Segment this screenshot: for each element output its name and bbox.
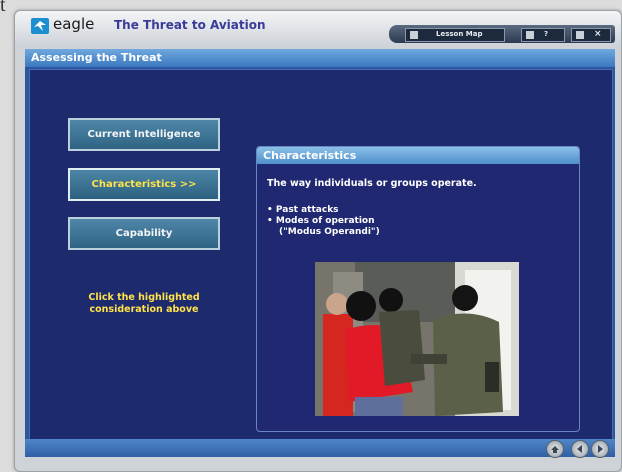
toolbar: Lesson Map ? ×: [389, 25, 615, 43]
nav-current-intelligence-button[interactable]: Current Intelligence: [68, 118, 220, 151]
close-icon: ×: [594, 29, 602, 39]
help-icon: ?: [544, 30, 549, 38]
app-window: eagle The Threat to Aviation Lesson Map …: [14, 10, 622, 472]
nav-characteristics-button[interactable]: Characteristics >>: [68, 168, 220, 201]
section-header: Assessing the Threat: [25, 49, 615, 67]
instruction-hint: Click the highlighted consideration abov…: [88, 292, 200, 315]
close-square-icon: [576, 31, 584, 39]
eagle-logo-icon: [31, 18, 49, 34]
forward-icon: [598, 445, 603, 453]
arrest-photo: [315, 262, 519, 416]
menu-icon: [410, 31, 418, 39]
home-icon: [551, 446, 559, 453]
back-button[interactable]: [571, 440, 589, 458]
panel-title: Characteristics: [263, 149, 357, 162]
nav-capability-button[interactable]: Capability: [68, 217, 220, 250]
help-button[interactable]: ?: [521, 28, 565, 42]
corner-glyph: t: [0, 0, 6, 16]
panel-bullet-list: • Past attacks • Modes of operation ("Mo…: [267, 205, 380, 238]
close-button[interactable]: ×: [571, 28, 611, 42]
characteristics-panel: Characteristics The way individuals or g…: [256, 146, 580, 432]
help-square-icon: [526, 31, 534, 39]
bullet-item: • Modes of operation: [267, 216, 375, 226]
home-button[interactable]: [546, 440, 564, 458]
lesson-map-label: Lesson Map: [436, 30, 483, 38]
lesson-map-button[interactable]: Lesson Map: [405, 28, 505, 42]
content-area: Current Intelligence Characteristics >> …: [29, 69, 613, 453]
panel-description: The way individuals or groups operate.: [267, 178, 477, 189]
back-icon: [577, 445, 582, 453]
bullet-item: ("Modus Operandi"): [279, 227, 380, 237]
brand-logo-text: eagle: [53, 15, 95, 33]
bottom-bar: [25, 439, 615, 458]
section-title: Assessing the Threat: [31, 51, 162, 64]
forward-button[interactable]: [591, 440, 609, 458]
title-bar: eagle The Threat to Aviation Lesson Map …: [15, 11, 621, 45]
bullet-item: • Past attacks: [267, 205, 339, 215]
panel-header: Characteristics: [257, 147, 579, 164]
main-frame: Assessing the Threat Current Intelligenc…: [25, 49, 615, 458]
course-title: The Threat to Aviation: [114, 18, 266, 32]
